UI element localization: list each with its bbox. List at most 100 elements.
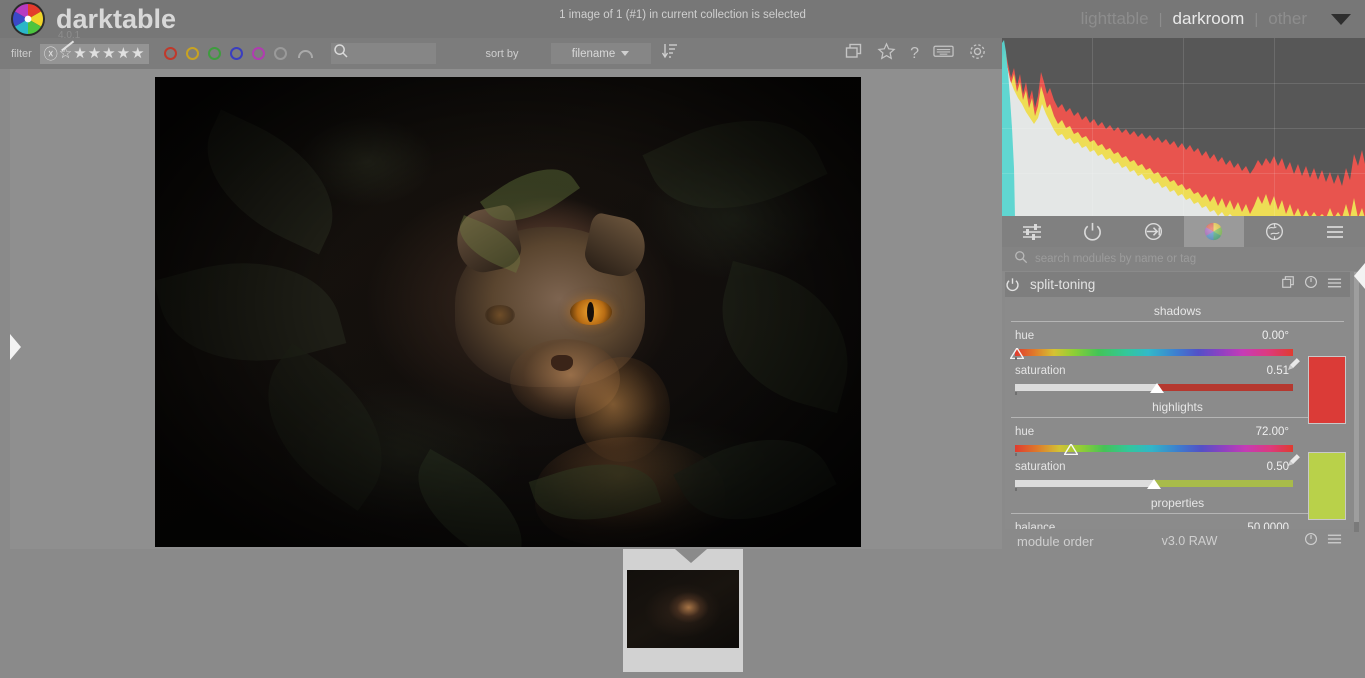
slider-track-fill <box>1015 384 1157 391</box>
slider-thumb[interactable] <box>1147 479 1161 489</box>
shadows-saturation-slider[interactable] <box>1015 383 1293 395</box>
module-header-split-toning[interactable]: split-toning <box>1005 272 1350 297</box>
expand-left-panel-arrow-icon[interactable] <box>10 334 21 360</box>
chevron-down-icon <box>621 51 630 56</box>
search-input[interactable] <box>330 43 436 64</box>
highlights-hue-value: 72.00° <box>1255 426 1289 438</box>
star-4-icon[interactable]: ★ <box>117 46 130 61</box>
preferences-gear-icon[interactable] <box>968 42 987 66</box>
section-title-highlights: highlights <box>1152 400 1203 414</box>
view-selector: lighttable | darkroom | other <box>1071 0 1351 38</box>
shadows-hue-slider[interactable] <box>1009 346 1293 360</box>
star-5-icon[interactable]: ★ <box>131 46 144 61</box>
color-label-green-icon[interactable] <box>207 47 221 60</box>
main-photo-preview[interactable] <box>155 77 861 547</box>
view-menu-caret-icon[interactable] <box>1331 13 1351 25</box>
right-panel-scrollbar[interactable] <box>1354 272 1359 532</box>
shadows-hue-row: hue 0.00° <box>1011 330 1293 347</box>
shadows-saturation-label: saturation <box>1015 365 1066 377</box>
highlights-saturation-slider[interactable] <box>1015 479 1293 491</box>
expand-right-panel-arrow-icon[interactable] <box>1354 263 1365 289</box>
active-modules-tab[interactable] <box>1002 216 1063 247</box>
highlights-hue-row: hue 72.00° <box>1011 426 1293 443</box>
app-name: darktable <box>56 3 177 34</box>
star-2-icon[interactable]: ★ <box>88 46 101 61</box>
overlays-star-icon[interactable] <box>877 41 896 66</box>
color-label-grey-icon[interactable] <box>273 47 287 60</box>
module-order-value[interactable]: v3.0 RAW <box>1162 534 1218 548</box>
app-brand: darktable 4.0.1 <box>56 3 177 41</box>
all-modules-tab[interactable] <box>1305 216 1365 247</box>
darktable-window: darktable 4.0.1 1 image of 1 (#1) in cur… <box>0 0 1365 678</box>
reset-info-icon[interactable] <box>1304 532 1318 551</box>
base-modules-tab[interactable] <box>1063 216 1124 247</box>
filter-label: filter <box>11 47 32 60</box>
photo-vignette <box>155 77 861 547</box>
shadows-hue-label: hue <box>1015 330 1035 342</box>
view-darkroom[interactable]: darkroom <box>1163 9 1255 29</box>
technical-modules-tab[interactable] <box>1123 216 1184 247</box>
filmstrip <box>0 549 1365 678</box>
reset-info-icon[interactable] <box>1304 275 1318 294</box>
top-bar: darktable 4.0.1 1 image of 1 (#1) in cur… <box>0 0 1365 41</box>
module-order-icons <box>1304 532 1350 551</box>
slider-tick <box>1015 392 1017 395</box>
right-panel-scrollbar-thumb[interactable] <box>1354 272 1359 522</box>
star-rating-filter[interactable]: ⓧ ☆ ★ ★ ★ ★ ★ <box>39 40 149 64</box>
module-body-split-toning: shadows hue 0.00° saturation 0.51 highli… <box>1005 297 1350 529</box>
presets-hamburger-icon[interactable] <box>1327 532 1342 550</box>
shadows-controls: hue 0.00° saturation 0.51 <box>1005 330 1350 424</box>
search-icon <box>333 43 349 64</box>
balance-row[interactable]: balance 50.0000 <box>1011 522 1293 529</box>
search-icon <box>1014 250 1028 269</box>
highlights-color-swatch[interactable] <box>1308 452 1346 520</box>
darktable-logo-icon <box>10 1 46 37</box>
shadows-color-swatch[interactable] <box>1308 356 1346 424</box>
rgb-histogram[interactable] <box>1002 38 1365 218</box>
slider-thumb[interactable] <box>1062 442 1079 456</box>
reject-icon[interactable]: ⓧ <box>44 47 58 61</box>
app-logo-area: darktable 4.0.1 <box>0 1 177 41</box>
color-label-all-icon[interactable] <box>297 49 313 58</box>
module-order-label: module order <box>1017 533 1094 549</box>
section-title-shadows: shadows <box>1153 304 1202 318</box>
view-other[interactable]: other <box>1258 9 1317 29</box>
star-3-icon[interactable]: ★ <box>102 46 115 61</box>
effects-modules-tab[interactable] <box>1244 216 1305 247</box>
module-group-tabs <box>1002 216 1365 247</box>
slider-tick <box>1015 453 1017 456</box>
star-1-icon[interactable]: ★ <box>73 46 86 61</box>
section-title-properties: properties <box>1150 496 1205 510</box>
color-modules-tab[interactable] <box>1183 216 1244 247</box>
help-icon[interactable]: ? <box>910 45 919 62</box>
slider-track-fill <box>1015 480 1154 487</box>
highlights-hue-slider[interactable] <box>1015 442 1293 456</box>
duplicate-instance-icon[interactable] <box>1281 275 1295 294</box>
section-divider <box>1011 513 1344 514</box>
color-label-purple-icon[interactable] <box>251 47 265 60</box>
color-label-filters <box>163 47 313 60</box>
module-search-input[interactable]: search modules by name or tag <box>1002 247 1365 271</box>
slider-thumb[interactable] <box>1149 383 1164 393</box>
filmstrip-thumbnail-1[interactable] <box>623 549 743 672</box>
filter-bar-right-icons: ? <box>844 41 987 66</box>
highlights-saturation-row: saturation 0.50 <box>1011 461 1293 478</box>
color-label-red-icon[interactable] <box>163 47 177 60</box>
presets-hamburger-icon[interactable] <box>1327 276 1342 294</box>
slider-tick <box>1015 488 1017 491</box>
module-search-placeholder: search modules by name or tag <box>1035 253 1197 265</box>
section-divider <box>1011 417 1344 418</box>
shortcuts-keyboard-icon[interactable] <box>933 43 954 64</box>
view-lighttable[interactable]: lighttable <box>1071 9 1159 29</box>
star-crossed-icon[interactable]: ☆ <box>59 40 74 61</box>
sort-direction-button[interactable] <box>661 42 679 65</box>
module-header-icons <box>1281 275 1350 294</box>
slider-thumb[interactable] <box>1009 346 1025 360</box>
module-power-icon[interactable] <box>1005 277 1020 292</box>
color-label-blue-icon[interactable] <box>229 47 243 60</box>
histogram-grid <box>1002 38 1365 218</box>
sort-field-dropdown[interactable]: filename <box>550 43 651 64</box>
color-label-yellow-icon[interactable] <box>185 47 199 60</box>
grouping-icon[interactable] <box>844 42 863 66</box>
module-title: split-toning <box>1030 277 1096 292</box>
